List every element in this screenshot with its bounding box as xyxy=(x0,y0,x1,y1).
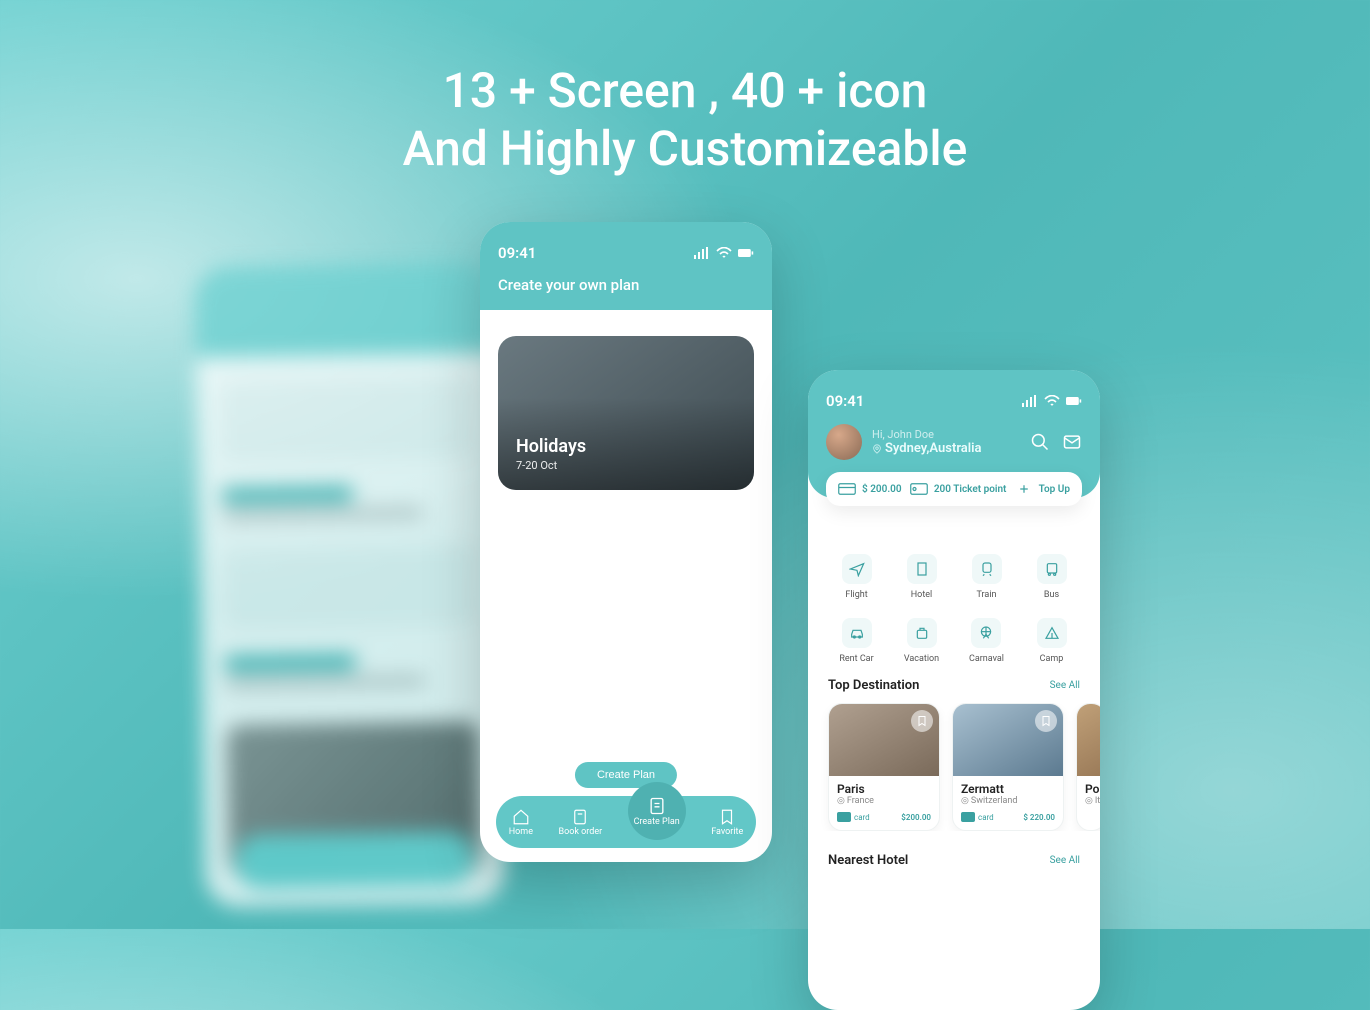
bookmark-icon xyxy=(916,715,928,727)
destination-card[interactable]: Po ◎ It xyxy=(1076,703,1100,831)
nav-label: Book order xyxy=(558,827,602,837)
plan-dates: 7-20 Oct xyxy=(516,459,586,472)
wallet-topup[interactable]: Top Up xyxy=(1015,482,1070,496)
dest-name: Paris xyxy=(837,782,931,796)
category-grid: Flight Hotel Train Bus Rent Car Vacation… xyxy=(808,498,1100,674)
dest-name: Zermatt xyxy=(961,782,1055,796)
dest-country: ◎ France xyxy=(837,796,931,806)
plus-icon xyxy=(1015,482,1033,496)
tent-icon xyxy=(1044,625,1060,641)
ticket-icon xyxy=(571,808,589,826)
bus-icon xyxy=(1044,561,1060,577)
nav-create-plan[interactable]: Create Plan xyxy=(628,782,686,840)
phone-mockup-blurred xyxy=(194,262,505,907)
nav-favorite[interactable]: Favorite xyxy=(711,808,743,837)
bookmark-icon xyxy=(718,808,736,826)
status-time: 09:41 xyxy=(826,392,864,410)
cat-hotel[interactable]: Hotel xyxy=(907,554,937,600)
see-all-link[interactable]: See All xyxy=(1050,680,1080,691)
nav-book-order[interactable]: Book order xyxy=(558,808,602,837)
car-icon xyxy=(849,625,865,641)
battery-icon xyxy=(1066,395,1082,407)
avatar[interactable] xyxy=(826,424,862,460)
nav-label: Home xyxy=(509,827,533,837)
status-time: 09:41 xyxy=(498,244,536,262)
wallet-balance[interactable]: $ 200.00 xyxy=(838,482,902,496)
destination-card[interactable]: Paris ◎ France card$200.00 xyxy=(828,703,940,831)
phone-mockup-home: 09:41 Hi, John Doe Sydney,Australia xyxy=(808,370,1100,1010)
hero-line-2: And Highly Customizeable xyxy=(403,120,968,177)
plan-icon xyxy=(647,796,667,816)
cat-camp[interactable]: Camp xyxy=(1037,618,1067,664)
ferris-icon xyxy=(978,625,994,641)
see-all-link[interactable]: See All xyxy=(1050,855,1080,866)
hero-text: 13 + Screen , 40 + icon And Highly Custo… xyxy=(0,62,1370,177)
wifi-icon xyxy=(716,247,732,259)
cat-train[interactable]: Train xyxy=(972,554,1002,600)
phone-mockup-create-plan: 09:41 Create your own plan Holidays 7-20… xyxy=(480,222,772,862)
bookmark-button[interactable] xyxy=(911,710,933,732)
building-icon xyxy=(914,561,930,577)
hero-line-1: 13 + Screen , 40 + icon xyxy=(443,62,928,119)
ticket-icon xyxy=(910,482,928,496)
destination-card[interactable]: Zermatt ◎ Switzerland card$ 220.00 xyxy=(952,703,1064,831)
cat-carnaval[interactable]: Carnaval xyxy=(969,618,1004,664)
nav-label: Favorite xyxy=(711,827,743,837)
dest-country: ◎ It xyxy=(1085,796,1097,806)
signal-icon xyxy=(694,247,710,259)
section-title: Nearest Hotel xyxy=(828,853,908,868)
wallet-card: $ 200.00 200 Ticket point Top Up xyxy=(826,472,1082,506)
dest-country: ◎ Switzerland xyxy=(961,796,1055,806)
suitcase-icon xyxy=(914,625,930,641)
battery-icon xyxy=(738,247,754,259)
nav-label: Create Plan xyxy=(634,817,680,827)
mail-icon[interactable] xyxy=(1062,432,1082,452)
status-bar: 09:41 xyxy=(826,392,1082,410)
destination-row: Paris ◎ France card$200.00 Zermatt ◎ Swi… xyxy=(808,703,1100,831)
nav-home[interactable]: Home xyxy=(509,808,533,837)
user-location: Sydney,Australia xyxy=(872,441,1020,456)
bottom-nav: Home Book order Create Plan Favorite xyxy=(496,796,756,848)
status-bar: 09:41 xyxy=(498,244,754,262)
signal-icon xyxy=(1022,395,1038,407)
bookmark-button[interactable] xyxy=(1035,710,1057,732)
train-icon xyxy=(979,561,995,577)
search-icon[interactable] xyxy=(1030,432,1050,452)
wallet-points[interactable]: 200 Ticket point xyxy=(910,482,1007,496)
home-icon xyxy=(512,808,530,826)
cat-bus[interactable]: Bus xyxy=(1037,554,1067,600)
cat-rentcar[interactable]: Rent Car xyxy=(839,618,873,664)
wifi-icon xyxy=(1044,395,1060,407)
cat-vacation[interactable]: Vacation xyxy=(904,618,939,664)
plane-icon xyxy=(849,561,865,577)
greeting: Hi, John Doe xyxy=(872,428,1020,441)
dest-name: Po xyxy=(1085,782,1097,796)
plan-name: Holidays xyxy=(516,436,586,457)
cat-flight[interactable]: Flight xyxy=(842,554,872,600)
screen-title: Create your own plan xyxy=(498,276,754,294)
pin-icon xyxy=(872,444,882,454)
bookmark-icon xyxy=(1040,715,1052,727)
section-title: Top Destination xyxy=(828,678,919,693)
plan-card[interactable]: Holidays 7-20 Oct xyxy=(498,336,754,490)
card-icon xyxy=(838,482,856,496)
